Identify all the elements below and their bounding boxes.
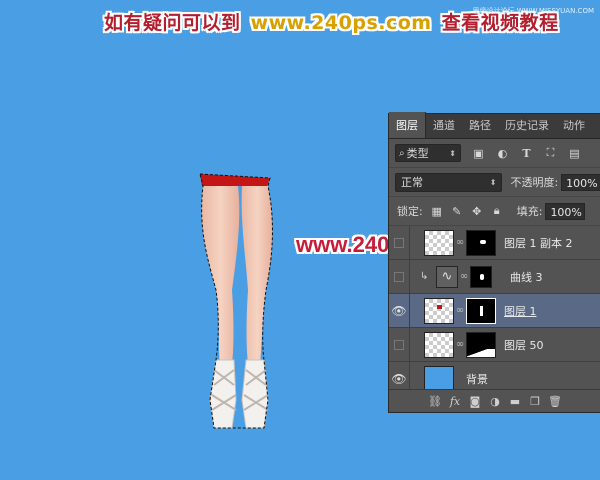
blend-mode-select[interactable]: 正常 ⬍	[395, 172, 503, 192]
layer-row[interactable]: 👁︎ ∞ 图层 1	[389, 294, 600, 328]
adjustment-filter-icon[interactable]: ◐	[496, 147, 509, 160]
image-filter-icon[interactable]: ▣	[472, 147, 485, 160]
layer-name[interactable]: 图层 1	[504, 303, 537, 319]
layer-mask-thumbnail[interactable]	[466, 331, 496, 358]
lock-image-icon[interactable]: ✎	[451, 205, 463, 218]
layer-name[interactable]: 图层 50	[504, 337, 544, 353]
new-layer-icon[interactable]: ❐	[525, 395, 545, 408]
lock-position-icon[interactable]: ✥	[471, 205, 483, 218]
visibility-off-box	[394, 271, 404, 282]
layer-thumbnail	[424, 229, 454, 256]
updown-arrow-icon: ⬍	[449, 148, 456, 158]
blend-row: 正常 ⬍ 不透明度: 100%	[389, 168, 600, 197]
link-layers-icon[interactable]: ⛓	[425, 395, 445, 408]
lock-transparent-icon[interactable]: ▦	[431, 205, 443, 218]
visibility-toggle[interactable]	[389, 226, 410, 259]
eye-icon: 👁︎	[391, 371, 407, 386]
layer-thumbnail	[424, 331, 454, 358]
updown-arrow-icon: ⬍	[489, 177, 497, 187]
layer-thumbnail	[424, 365, 454, 392]
trash-icon[interactable]: 🗑︎	[545, 395, 565, 408]
chain-link-icon[interactable]: ∞	[454, 305, 466, 316]
type-filter-icon[interactable]: T	[520, 147, 533, 160]
visibility-off-box	[394, 339, 404, 350]
chain-link-icon[interactable]: ∞	[458, 271, 470, 282]
filter-kind-label: 类型	[406, 147, 429, 160]
banner-url: www.240ps.com	[250, 12, 432, 34]
smart-object-filter-icon[interactable]: ▤	[568, 147, 581, 160]
new-group-icon[interactable]: ▬	[505, 395, 525, 408]
panel-footer: ⛓ fx ◙ ◑ ▬ ❐ 🗑︎	[389, 389, 600, 412]
eye-icon: 👁︎	[391, 303, 407, 318]
blend-mode-value: 正常	[401, 176, 423, 189]
fill-label: 填充:	[516, 205, 543, 218]
left-leg	[201, 186, 240, 365]
visibility-toggle[interactable]: 👁︎	[389, 294, 410, 327]
layer-row[interactable]: ∞ 图层 50	[389, 328, 600, 362]
layer-name[interactable]: 图层 1 副本 2	[504, 235, 573, 251]
legs-image-selection	[199, 173, 273, 429]
chain-link-icon[interactable]: ∞	[454, 237, 466, 248]
corner-watermark: 思缘设计论坛 WWW.MISSYUAN.COM	[472, 7, 595, 15]
lock-label: 锁定:	[397, 205, 423, 218]
opacity-label: 不透明度:	[510, 176, 559, 189]
curves-adjustment-icon[interactable]: ∿	[436, 265, 458, 288]
fx-icon[interactable]: fx	[445, 395, 465, 408]
filter-kind-select[interactable]: ⌕ 类型 ⬍	[395, 144, 461, 162]
search-icon: ⌕	[399, 147, 405, 159]
add-mask-icon[interactable]: ◙	[465, 395, 485, 408]
banner: 如有疑问可以到 www.240ps.com 查看视频教程 思缘设计论坛 WWW.MI…	[0, 0, 600, 40]
chain-link-icon[interactable]: ∞	[454, 339, 466, 350]
tab-actions[interactable]: 动作	[556, 117, 592, 138]
layer-list: ∞ 图层 1 副本 2 ↳ ∿ ∞ 曲线 3 👁︎ ∞ 图层 1 ∞ 图层 50	[389, 226, 600, 396]
filter-row: ⌕ 类型 ⬍ ▣ ◐ T ⛶ ▤	[389, 139, 600, 168]
visibility-off-box	[394, 237, 404, 248]
shape-filter-icon[interactable]: ⛶	[544, 146, 557, 160]
banner-part1: 如有疑问可以到	[104, 12, 241, 34]
tab-channels[interactable]: 通道	[426, 117, 462, 138]
layers-panel: 图层 通道 路径 历史记录 动作 ⌕ 类型 ⬍ ▣ ◐ T ⛶ ▤ 正常 ⬍ 不…	[388, 112, 600, 413]
opacity-field[interactable]: 100%	[561, 173, 600, 191]
layer-row[interactable]: ∞ 图层 1 副本 2	[389, 226, 600, 260]
right-leg	[241, 186, 273, 365]
layer-mask-thumbnail[interactable]	[470, 265, 492, 288]
fill-field[interactable]: 100%	[545, 202, 586, 220]
layer-mask-thumbnail[interactable]	[466, 229, 496, 256]
layer-name[interactable]: 背景	[466, 371, 488, 387]
layer-name[interactable]: 曲线 3	[510, 269, 543, 285]
tab-layers[interactable]: 图层	[389, 112, 426, 138]
adjustment-layer-icon[interactable]: ◑	[485, 395, 505, 408]
clipping-arrow-icon: ↳	[420, 271, 429, 282]
layer-row[interactable]: ↳ ∿ ∞ 曲线 3	[389, 260, 600, 294]
tab-history[interactable]: 历史记录	[498, 117, 556, 138]
layer-mask-thumbnail[interactable]	[466, 297, 496, 324]
lock-row: 锁定: ▦ ✎ ✥ 🔒︎ 填充: 100%	[389, 197, 600, 226]
layer-thumbnail	[424, 297, 454, 324]
visibility-toggle[interactable]	[389, 328, 410, 361]
lock-all-icon[interactable]: 🔒︎	[491, 204, 503, 217]
panel-tabs: 图层 通道 路径 历史记录 动作	[389, 112, 600, 139]
tab-paths[interactable]: 路径	[462, 117, 498, 138]
visibility-toggle[interactable]	[389, 260, 410, 293]
